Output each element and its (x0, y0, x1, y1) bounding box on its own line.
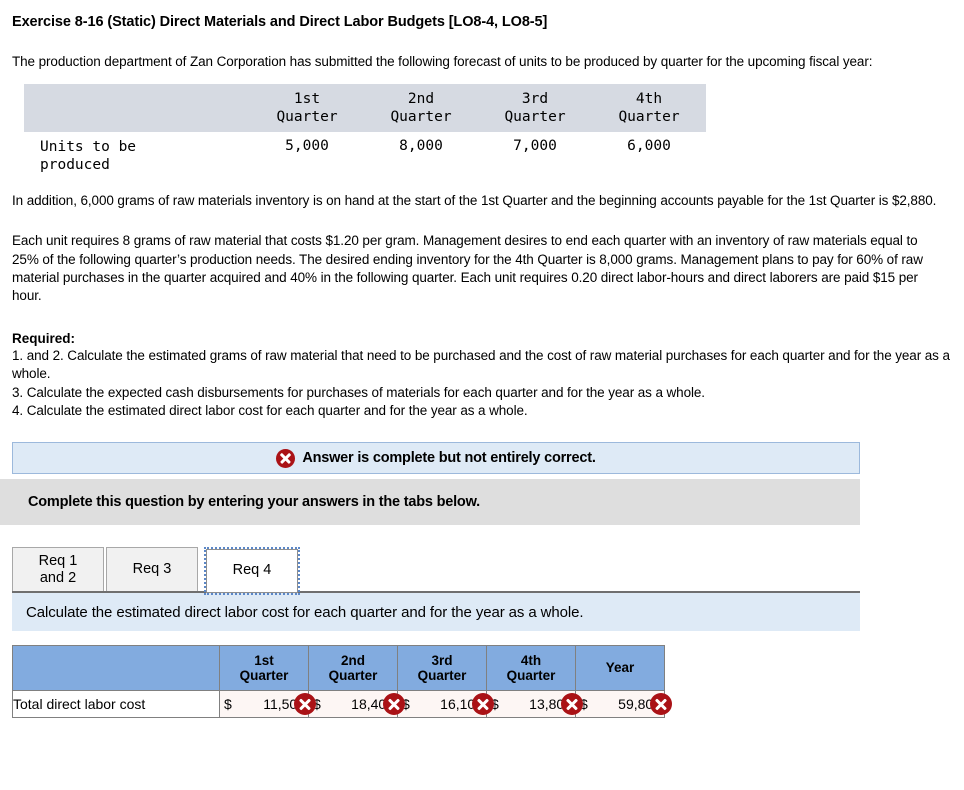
incorrect-x-icon (294, 693, 316, 716)
intro-paragraph: The production department of Zan Corpora… (12, 54, 873, 70)
tab-req-1-and-2-line1: Req 1 (38, 552, 78, 569)
given-col-header-q4-line2: Quarter (618, 108, 680, 125)
given-value-q1: 5,000 (285, 137, 329, 154)
required-spacer (12, 317, 952, 331)
given-col-header-q1: 1st Quarter (250, 83, 364, 132)
tab-req-4[interactable]: Req 4 (204, 547, 300, 596)
answer-status-banner: Answer is complete but not entirely corr… (12, 442, 860, 475)
complete-question-band: Complete this question by entering your … (0, 479, 860, 526)
answer-cell-q3[interactable]: $ 16,100 (397, 690, 494, 719)
table-row: Units to be produced 5,000 8,000 7,000 6… (24, 132, 706, 182)
given-col-header-q3: 3rd Quarter (478, 83, 592, 132)
requirement-instruction-text: Calculate the estimated direct labor cos… (26, 603, 584, 621)
answer-col-header-year-line1: Year (605, 660, 635, 676)
tab-req-1-and-2[interactable]: Req 1 and 2 (12, 547, 104, 594)
given-row-label-line2: produced (40, 156, 110, 173)
incorrect-x-icon (383, 693, 405, 716)
given-value-q2: 8,000 (399, 137, 443, 154)
required-item-2: 3. Calculate the expected cash disbursem… (12, 384, 705, 400)
required-item-1: 1. and 2. Calculate the estimated grams … (12, 348, 950, 382)
answer-col-header-q3: 3rd Quarter (397, 645, 487, 692)
direct-labor-cost-answer-table: 1st Quarter 2nd Quarter 3rd Quarter 4th … (12, 645, 672, 719)
answer-cell-q1-currency: $ (224, 696, 232, 713)
answer-col-header-q3-line2: Quarter (417, 668, 467, 684)
given-row-label-line1: Units to be (40, 138, 137, 155)
given-col-header-q1-line1: 1st (293, 90, 321, 107)
table-header-row: 1st Quarter 2nd Quarter 3rd Quarter 4th … (24, 83, 706, 132)
answer-row-label: Total direct labor cost (12, 690, 220, 719)
units-to-be-produced-table: 1st Quarter 2nd Quarter 3rd Quarter 4th … (24, 83, 706, 183)
table-header-row: 1st Quarter 2nd Quarter 3rd Quarter 4th … (12, 645, 665, 692)
tab-req-3[interactable]: Req 3 (106, 547, 198, 594)
given-col-header-q3-line2: Quarter (504, 108, 566, 125)
given-label-header (24, 83, 250, 132)
incorrect-x-icon (472, 693, 494, 716)
tab-req-1-and-2-label: Req 1 and 2 (39, 553, 78, 588)
paragraph-cost-info: Each unit requires 8 grams of raw materi… (12, 233, 923, 303)
answer-col-header-q4-line2: Quarter (506, 668, 556, 684)
page-title: Exercise 8-16 (Static) Direct Materials … (12, 14, 548, 30)
answer-col-header-q2-line2: Quarter (328, 668, 378, 684)
answer-label-header (12, 645, 220, 692)
incorrect-x-icon (650, 693, 672, 716)
requirement-instruction-bar: Calculate the estimated direct labor cos… (12, 593, 860, 632)
required-heading: Required: (12, 331, 76, 347)
answer-col-header-q4: 4th Quarter (486, 645, 576, 692)
given-value-q3: 7,000 (513, 137, 557, 154)
tab-req-1-and-2-line2: and 2 (39, 570, 77, 587)
answer-col-header-year: Year (575, 645, 665, 692)
given-col-header-q4: 4th Quarter (592, 83, 706, 132)
answer-cell-q2[interactable]: $ 18,400 (308, 690, 405, 719)
answer-col-header-q3-line1: 3rd (431, 652, 453, 668)
answer-col-header-q1-line1: 1st (254, 652, 274, 668)
required-item-3: 4. Calculate the estimated direct labor … (12, 402, 528, 418)
answer-cell-q4[interactable]: $ 13,800 (486, 690, 583, 719)
table-row: Total direct labor cost $ 11,500 $ 18,40… (12, 690, 672, 719)
given-col-header-q2-line1: 2nd (407, 90, 435, 107)
answer-cell-year[interactable]: $ 59,800 (575, 690, 672, 719)
given-col-header-q2-line2: Quarter (390, 108, 452, 125)
error-x-icon (276, 448, 296, 468)
complete-question-text: Complete this question by entering your … (28, 494, 480, 511)
incorrect-x-icon (561, 693, 583, 716)
answer-col-header-q1: 1st Quarter (219, 645, 309, 692)
answer-col-header-q2: 2nd Quarter (308, 645, 398, 692)
answer-col-header-q4-line1: 4th (520, 652, 542, 668)
given-row-label: Units to be produced (24, 132, 250, 182)
answer-col-header-q2-line1: 2nd (340, 652, 365, 668)
given-col-header-q4-line1: 4th (635, 90, 663, 107)
exercise-page: Exercise 8-16 (Static) Direct Materials … (0, 0, 964, 420)
requirement-tabs: Req 1 and 2 Req 3 Req 4 (12, 547, 964, 596)
answer-cell-q1[interactable]: $ 11,500 (219, 690, 316, 719)
paragraph-inventory-info: In addition, 6,000 grams of raw material… (12, 193, 937, 209)
given-col-header-q3-line1: 3rd (521, 90, 549, 107)
tab-strip-underline (12, 591, 860, 594)
answer-status-text: Answer is complete but not entirely corr… (302, 450, 596, 467)
given-value-q4: 6,000 (627, 137, 671, 154)
tab-req-3-label: Req 3 (132, 561, 172, 578)
tab-req-4-label: Req 4 (232, 562, 272, 579)
given-col-header-q1-line2: Quarter (276, 108, 338, 125)
answer-col-header-q1-line2: Quarter (239, 668, 289, 684)
given-col-header-q2: 2nd Quarter (364, 83, 478, 132)
